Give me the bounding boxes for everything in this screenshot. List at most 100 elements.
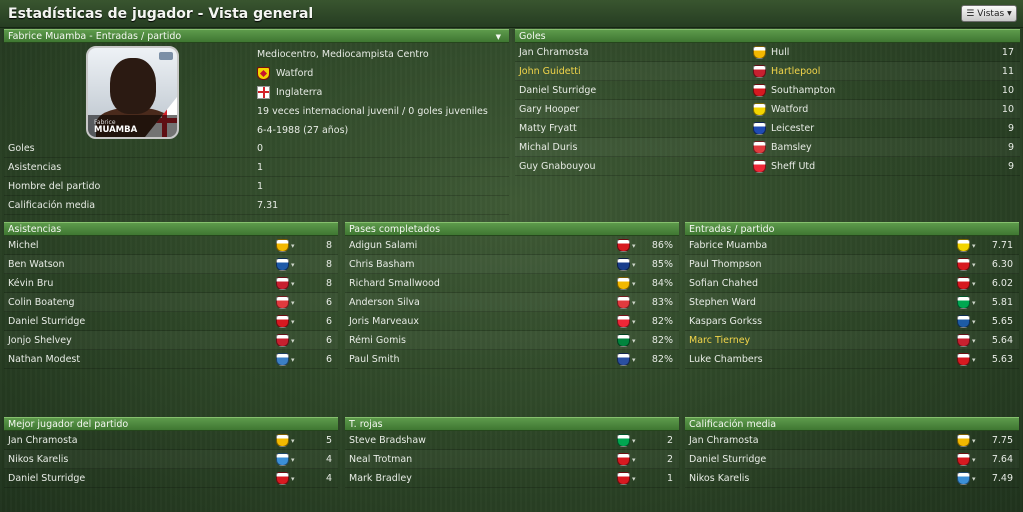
dropdown-dot-icon[interactable]: ▾ — [972, 313, 976, 332]
club-name-link[interactable]: Bamsley — [771, 138, 812, 157]
table-row[interactable]: Matty Fryatt Leicester 9 — [515, 119, 1020, 138]
table-row[interactable]: Stephen Ward ▾ 5.81 — [685, 293, 1019, 312]
player-name-link[interactable]: Jan Chramosta — [519, 43, 589, 62]
table-row[interactable]: Kaspars Gorkss ▾ 5.65 — [685, 312, 1019, 331]
rating-panel-header[interactable]: Calificación media — [685, 417, 1019, 431]
player-name-link[interactable]: Michal Duris — [519, 138, 577, 157]
table-row[interactable]: Jan Chramosta ▾ 7.75 — [685, 431, 1019, 450]
player-name-link[interactable]: Nikos Karelis — [689, 469, 749, 488]
dropdown-dot-icon[interactable]: ▾ — [632, 432, 636, 451]
player-name-link[interactable]: Paul Smith — [349, 350, 399, 369]
table-row[interactable]: Chris Basham ▾ 85% — [345, 255, 679, 274]
table-row[interactable]: John Guidetti Hartlepool 11 — [515, 62, 1020, 81]
table-row[interactable]: Ben Watson ▾ 8 — [4, 255, 338, 274]
dropdown-dot-icon[interactable]: ▾ — [972, 332, 976, 351]
player-name-link[interactable]: Neal Trotman — [349, 450, 412, 469]
dropdown-dot-icon[interactable]: ▾ — [972, 237, 976, 256]
club-name-link[interactable]: Southampton — [771, 81, 835, 100]
dropdown-dot-icon[interactable]: ▾ — [632, 294, 636, 313]
player-name-link[interactable]: Steve Bradshaw — [349, 431, 426, 450]
table-row[interactable]: Daniel Sturridge ▾ 7.64 — [685, 450, 1019, 469]
assists-panel-header[interactable]: Asistencias — [4, 222, 338, 236]
table-row[interactable]: Michel ▾ 8 — [4, 236, 338, 255]
club-name-link[interactable]: Leicester — [771, 119, 814, 138]
table-row[interactable]: Adigun Salami ▾ 86% — [345, 236, 679, 255]
player-name-link[interactable]: Colin Boateng — [8, 293, 75, 312]
dropdown-dot-icon[interactable]: ▾ — [632, 351, 636, 370]
player-name-link[interactable]: Mark Bradley — [349, 469, 412, 488]
player-name-link[interactable]: Guy Gnabouyou — [519, 157, 596, 176]
club-name-link[interactable]: Watford — [771, 100, 808, 119]
table-row[interactable]: Colin Boateng ▾ 6 — [4, 293, 338, 312]
table-row[interactable]: Nikos Karelis ▾ 4 — [4, 450, 338, 469]
dropdown-dot-icon[interactable]: ▾ — [632, 470, 636, 489]
player-name-link[interactable]: Michel — [8, 236, 39, 255]
club-name-link[interactable]: Hull — [771, 43, 789, 62]
table-row[interactable]: Joris Marveaux ▾ 82% — [345, 312, 679, 331]
player-name-link[interactable]: Luke Chambers — [689, 350, 763, 369]
dropdown-dot-icon[interactable]: ▾ — [972, 294, 976, 313]
table-row[interactable]: Anderson Silva ▾ 83% — [345, 293, 679, 312]
player-name-link[interactable]: Daniel Sturridge — [8, 312, 85, 331]
player-name-link[interactable]: Kaspars Gorkss — [689, 312, 762, 331]
dropdown-dot-icon[interactable]: ▾ — [632, 275, 636, 294]
dropdown-dot-icon[interactable]: ▾ — [291, 237, 295, 256]
player-name-link[interactable]: Daniel Sturridge — [689, 450, 766, 469]
dropdown-dot-icon[interactable]: ▾ — [291, 451, 295, 470]
player-name-link[interactable]: Nathan Modest — [8, 350, 80, 369]
player-name-link[interactable]: Ben Watson — [8, 255, 65, 274]
dropdown-dot-icon[interactable]: ▾ — [972, 351, 976, 370]
dropdown-dot-icon[interactable]: ▾ — [291, 470, 295, 489]
player-name-link[interactable]: Jan Chramosta — [689, 431, 759, 450]
player-name-link[interactable]: Chris Basham — [349, 255, 415, 274]
table-row[interactable]: Paul Thompson ▾ 6.30 — [685, 255, 1019, 274]
dropdown-dot-icon[interactable]: ▾ — [291, 313, 295, 332]
tackles-panel-header[interactable]: Entradas / partido — [685, 222, 1019, 236]
table-row[interactable]: Mark Bradley ▾ 1 — [345, 469, 679, 488]
table-row[interactable]: Luke Chambers ▾ 5.63 — [685, 350, 1019, 369]
player-name-link[interactable]: Stephen Ward — [689, 293, 756, 312]
table-row[interactable]: Gary Hooper Watford 10 — [515, 100, 1020, 119]
table-row[interactable]: Jan Chramosta Hull 17 — [515, 43, 1020, 62]
dropdown-dot-icon[interactable]: ▾ — [632, 451, 636, 470]
player-name-link[interactable]: Nikos Karelis — [8, 450, 68, 469]
dropdown-dot-icon[interactable]: ▾ — [291, 256, 295, 275]
table-row[interactable]: Neal Trotman ▾ 2 — [345, 450, 679, 469]
dropdown-dot-icon[interactable]: ▾ — [972, 432, 976, 451]
dropdown-dot-icon[interactable]: ▾ — [972, 451, 976, 470]
table-row[interactable]: Nikos Karelis ▾ 7.49 — [685, 469, 1019, 488]
club-name-link[interactable]: Hartlepool — [771, 62, 820, 81]
player-name-link[interactable]: Matty Fryatt — [519, 119, 577, 138]
club-name-link[interactable]: Sheff Utd — [771, 157, 815, 176]
table-row[interactable]: Sofian Chahed ▾ 6.02 — [685, 274, 1019, 293]
player-name-link[interactable]: Daniel Sturridge — [8, 469, 85, 488]
dropdown-dot-icon[interactable]: ▾ — [291, 432, 295, 451]
player-name-link[interactable]: Kévin Bru — [8, 274, 53, 293]
dropdown-dot-icon[interactable]: ▾ — [291, 275, 295, 294]
player-name-link[interactable]: Daniel Sturridge — [519, 81, 596, 100]
table-row[interactable]: Daniel Sturridge ▾ 4 — [4, 469, 338, 488]
goals-panel-header[interactable]: Goles — [515, 29, 1020, 43]
dropdown-dot-icon[interactable]: ▾ — [632, 332, 636, 351]
table-row[interactable]: Richard Smallwood ▾ 84% — [345, 274, 679, 293]
chevron-down-icon[interactable]: ▼ — [496, 30, 501, 44]
reds-panel-header[interactable]: T. rojas — [345, 417, 679, 431]
table-row[interactable]: Daniel Sturridge Southampton 10 — [515, 81, 1020, 100]
player-name-link[interactable]: Adigun Salami — [349, 236, 417, 255]
profile-panel-header[interactable]: Fabrice Muamba - Entradas / partido ▼ — [4, 29, 509, 43]
dropdown-dot-icon[interactable]: ▾ — [291, 294, 295, 313]
player-name-link[interactable]: Marc Tierney — [689, 331, 750, 350]
table-row[interactable]: Daniel Sturridge ▾ 6 — [4, 312, 338, 331]
player-name-link[interactable]: Sofian Chahed — [689, 274, 758, 293]
player-name-link[interactable]: Gary Hooper — [519, 100, 579, 119]
table-row[interactable]: Steve Bradshaw ▾ 2 — [345, 431, 679, 450]
dropdown-dot-icon[interactable]: ▾ — [972, 470, 976, 489]
table-row[interactable]: Jonjo Shelvey ▾ 6 — [4, 331, 338, 350]
player-name-link[interactable]: Richard Smallwood — [349, 274, 440, 293]
table-row[interactable]: Nathan Modest ▾ 6 — [4, 350, 338, 369]
player-club[interactable]: Watford — [257, 64, 497, 83]
dropdown-dot-icon[interactable]: ▾ — [632, 256, 636, 275]
player-nation[interactable]: Inglaterra — [257, 83, 497, 102]
dropdown-dot-icon[interactable]: ▾ — [291, 332, 295, 351]
table-row[interactable]: Fabrice Muamba ▾ 7.71 — [685, 236, 1019, 255]
